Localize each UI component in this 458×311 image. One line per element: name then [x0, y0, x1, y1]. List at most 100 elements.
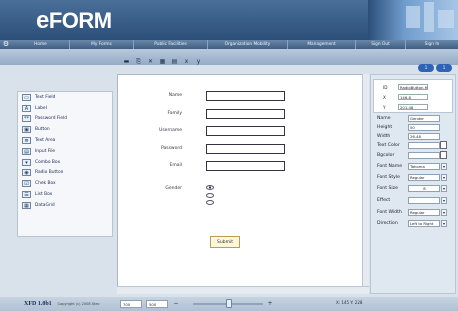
palette-item-label: Radio Button — [35, 170, 64, 176]
palette-item-datagrid[interactable]: ▦ DataGrid — [18, 200, 112, 211]
nav-sign-in[interactable]: Sign In — [406, 40, 458, 49]
prop-name-input[interactable]: Gender — [408, 115, 440, 122]
prop-label-name: Name — [377, 116, 391, 121]
component-palette: ▭ Text Field A Label ** Password Field ▣ But… — [17, 91, 113, 237]
horizontal-scrollbar[interactable] — [117, 286, 369, 294]
font-size-select[interactable]: 8 — [408, 185, 440, 192]
chevron-down-icon[interactable]: ▾ — [441, 197, 447, 204]
palette-item-list-box[interactable]: ☰ List Box — [18, 189, 112, 200]
app-logo: eFORM — [36, 7, 112, 35]
effect-select[interactable] — [408, 197, 440, 204]
palette-item-text-area[interactable]: ≣ Text Area — [18, 135, 112, 146]
palette-item-label: Input File — [35, 148, 56, 154]
prop-label-direction: Direction — [377, 221, 398, 226]
field-label-name: Name — [168, 93, 182, 98]
settings-gear-icon[interactable]: ⚙ — [0, 40, 12, 49]
prop-label-height: Height — [377, 125, 393, 130]
palette-item-password-field[interactable]: ** Password Field — [18, 114, 112, 125]
nav-organization-mobility[interactable]: Organization Mobility — [208, 40, 288, 49]
prop-label-font-name: Font Name — [377, 164, 403, 169]
id-value[interactable]: RadioButton.H — [398, 84, 428, 90]
font-style-select[interactable]: Regular — [408, 174, 440, 181]
palette-item-label: Password Field — [35, 116, 68, 122]
canvas-width-field[interactable]: 700 — [120, 300, 142, 308]
chevron-down-icon[interactable]: ▾ — [441, 209, 447, 216]
y-icon[interactable]: y — [194, 58, 203, 65]
delete-icon[interactable]: ✕ — [146, 58, 155, 65]
gender-radio-option[interactable] — [206, 200, 214, 205]
page-pill-1[interactable]: 1 — [418, 64, 434, 72]
font-width-select[interactable]: Regular — [408, 209, 440, 216]
text-area-icon: ≣ — [22, 137, 31, 145]
nav-my-forms[interactable]: My Forms — [70, 40, 134, 49]
nav-home[interactable]: Home — [12, 40, 70, 49]
prop-height-input[interactable]: 50 — [408, 124, 440, 131]
chevron-down-icon[interactable]: ▾ — [441, 185, 447, 192]
email-input[interactable] — [206, 161, 285, 171]
palette-item-label-tool[interactable]: A Label — [18, 103, 112, 114]
gender-radio-selected[interactable] — [206, 185, 214, 190]
id-label: ID — [383, 85, 388, 90]
field-label-gender: Gender — [165, 186, 182, 191]
font-name-select[interactable]: Tahoma — [408, 163, 440, 170]
save-icon[interactable]: ▬ — [122, 58, 131, 65]
form-design-canvas[interactable]: Name Family Username Password Email Gend… — [117, 74, 369, 294]
name-input[interactable] — [206, 91, 285, 101]
password-input[interactable] — [206, 144, 285, 154]
bgcolor-swatch[interactable] — [440, 151, 447, 159]
field-label-password: Password — [160, 146, 182, 151]
cursor-coordinates: X: 145 Y: 228 — [336, 300, 363, 305]
x-value[interactable]: 146.8 — [398, 94, 428, 100]
align-icon[interactable]: ▤ — [170, 58, 179, 65]
palette-item-label: Text Area — [35, 138, 56, 144]
canvas-height-field[interactable]: 500 — [146, 300, 168, 308]
logo-text: FORM — [48, 8, 112, 33]
input-file-icon: ▤ — [22, 147, 31, 155]
position-box: ID RadioButton.H X 146.8 Y 201.48 — [373, 79, 453, 113]
nav-public-facilities[interactable]: Public Facilities — [134, 40, 208, 49]
direction-select[interactable]: Left to Right — [408, 220, 440, 227]
palette-item-text-field[interactable]: ▭ Text Field — [18, 92, 112, 103]
zoom-in-icon[interactable]: + — [266, 300, 274, 308]
palette-item-label: Chek Box — [35, 181, 56, 187]
zoom-out-icon[interactable]: − — [172, 300, 180, 308]
palette-item-button[interactable]: ▣ Button — [18, 124, 112, 135]
prop-bgcolor-input[interactable] — [408, 152, 440, 159]
username-input[interactable] — [206, 126, 285, 136]
palette-item-radio-button[interactable]: ◉ Radio Button — [18, 168, 112, 179]
text-color-swatch[interactable] — [440, 141, 447, 149]
prop-width-input[interactable]: 26.48 — [408, 133, 440, 140]
properties-panel: ID RadioButton.H X 146.8 Y 201.48 Name G… — [370, 74, 456, 294]
family-input[interactable] — [206, 109, 285, 119]
gender-radio-option[interactable] — [206, 193, 214, 198]
chevron-down-icon[interactable]: ▾ — [441, 220, 447, 227]
submit-button[interactable]: Submit — [210, 236, 240, 248]
palette-item-input-file[interactable]: ▤ Input File — [18, 146, 112, 157]
copy-icon[interactable]: ⎘ — [134, 58, 143, 65]
nav-management[interactable]: Management — [288, 40, 356, 49]
grid-icon[interactable]: ▦ — [158, 58, 167, 65]
button-icon: ▣ — [22, 126, 31, 134]
header-banner: eFORM — [0, 0, 458, 40]
palette-item-check-box[interactable]: ☑ Chek Box — [18, 178, 112, 189]
field-label-family: Family — [167, 111, 182, 116]
chevron-down-icon[interactable]: ▾ — [441, 174, 447, 181]
prop-label-width: Width — [377, 134, 391, 139]
chevron-down-icon[interactable]: ▾ — [441, 163, 447, 170]
text-field-icon: ▭ — [22, 93, 31, 101]
prop-text-color-input[interactable] — [408, 142, 440, 149]
main-nav: ⚙ Home My Forms Public Facilities Organi… — [0, 40, 458, 49]
field-label-username: Username — [159, 128, 182, 133]
zoom-slider-handle[interactable] — [226, 299, 232, 308]
prop-label-bgcolor: Bgcolor — [377, 153, 395, 158]
page-pill-2[interactable]: 1 — [436, 64, 452, 72]
prop-label-font-style: Font Style — [377, 175, 400, 180]
header-decoration — [368, 0, 458, 40]
app-window: eFORM ⚙ Home My Forms Public Facilities … — [0, 0, 458, 311]
y-value[interactable]: 201.48 — [398, 104, 428, 110]
vertical-scrollbar[interactable] — [362, 74, 369, 286]
x-icon[interactable]: x — [182, 58, 191, 65]
palette-item-combo-box[interactable]: ▾ Combo Box — [18, 157, 112, 168]
nav-sign-out[interactable]: Sign Out — [356, 40, 406, 49]
radio-button-icon: ◉ — [22, 169, 31, 177]
